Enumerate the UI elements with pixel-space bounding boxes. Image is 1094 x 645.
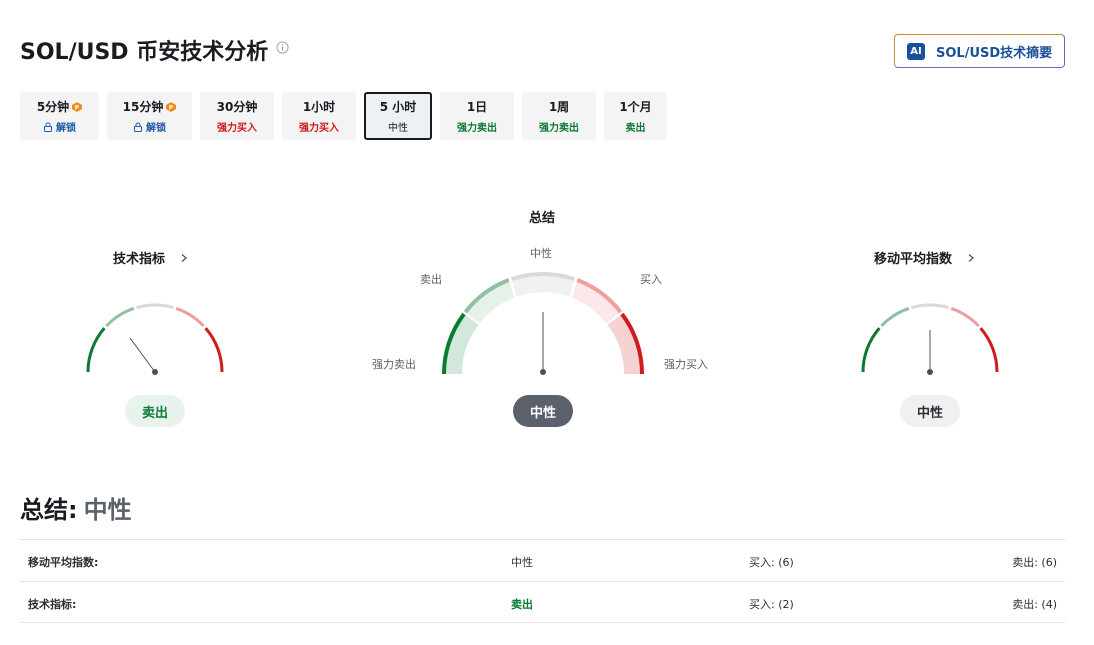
moving-avg-gauge-title[interactable]: 移动平均指数: [874, 248, 976, 267]
tab-1day[interactable]: 1日 强力卖出: [440, 92, 514, 140]
row-sell-count: 卖出: (4): [1012, 598, 1057, 611]
page-title: SOL/USD 币安技术分析: [20, 40, 269, 65]
gauge-arc-sell: [105, 306, 135, 328]
chevron-right-icon: [968, 253, 975, 262]
tab-5hour[interactable]: 5 小时 中性: [364, 92, 432, 140]
pro-icon: P: [166, 101, 177, 112]
tab-1week[interactable]: 1周 强力卖出: [522, 92, 596, 140]
summary-heading-label: 总结:: [20, 496, 78, 524]
summary-heading-value: 中性: [83, 496, 132, 524]
ai-icon: AI: [907, 42, 925, 60]
tab-label: 1日: [466, 100, 488, 114]
tab-label: 1周: [548, 100, 570, 114]
row-status: 中性: [511, 556, 533, 569]
tab-sub: 解锁: [56, 123, 76, 134]
chevron-right-icon: [181, 253, 188, 262]
gauge-needle: [129, 337, 156, 373]
lock-icon: [134, 122, 142, 132]
tab-1month[interactable]: 1个月 卖出: [604, 92, 667, 140]
row-buy-count: 买入: (2): [749, 598, 794, 611]
gauge-label-strong-buy: 强力买入: [664, 358, 708, 371]
tab-sub: 卖出: [625, 123, 646, 134]
tab-sub: 强力卖出: [457, 123, 497, 134]
row-status: 卖出: [511, 598, 533, 611]
pro-icon: P: [72, 101, 83, 112]
tab-label: 5分钟: [36, 100, 70, 114]
tab-sub: 强力买入: [299, 123, 339, 134]
ai-summary-label: SOL/USD技术摘要: [936, 45, 1053, 61]
row-name: 技术指标:: [28, 598, 77, 611]
tab-5min[interactable]: 5分钟 P 解锁: [20, 92, 99, 140]
summary-heading: 总结: 中性: [20, 490, 132, 525]
svg-text:P: P: [169, 104, 174, 111]
row-buy-count: 买入: (6): [749, 556, 794, 569]
tab-30min[interactable]: 30分钟 强力买入: [200, 92, 274, 140]
gauge-label-sell: 卖出: [420, 273, 442, 286]
gauge-pivot: [927, 369, 933, 375]
moving-avg-gauge-title-text: 移动平均指数: [874, 252, 953, 267]
tab-label: 30分钟: [216, 100, 258, 114]
moving-avg-result-pill: 中性: [900, 395, 960, 427]
gauge-arc-strong-sell: [86, 327, 106, 373]
table-row: 技术指标: 卖出 买入: (2) 卖出: (4): [20, 581, 1065, 623]
gauge-arc-strong-buy: [204, 327, 224, 373]
tab-sub: 中性: [388, 123, 408, 134]
gauge-label-strong-sell: 强力卖出: [372, 358, 416, 371]
row-name: 移动平均指数:: [28, 556, 99, 569]
row-sell-count: 卖出: (6): [1012, 556, 1057, 569]
gauge-arc-buy: [175, 306, 205, 328]
tab-label: 5 小时: [379, 100, 417, 114]
technical-result-pill: 卖出: [125, 395, 185, 427]
tab-sub: 强力买入: [217, 123, 257, 134]
lock-icon: [44, 122, 52, 132]
technical-gauge-title-text: 技术指标: [113, 252, 166, 267]
technical-gauge-title[interactable]: 技术指标: [113, 248, 189, 267]
moving-avg-gauge: [861, 303, 999, 375]
tab-1hour[interactable]: 1小时 强力买入: [282, 92, 356, 140]
summary-result-pill: 中性: [513, 395, 573, 427]
summary-gauge: [441, 272, 645, 375]
ai-summary-button[interactable]: AI SOL/USD技术摘要: [894, 34, 1065, 68]
table-row: 移动平均指数: 中性 买入: (6) 卖出: (6): [20, 539, 1065, 581]
gauge-arc-neutral: [911, 303, 949, 310]
gauge-pivot: [152, 369, 158, 375]
summary-gauge-title: 总结: [529, 211, 556, 226]
gauge-arc-sell: [880, 306, 910, 328]
gauge-arc-strong-buy: [979, 327, 999, 373]
gauge-arc-strong-sell: [861, 327, 881, 373]
gauge-arc-buy: [950, 306, 980, 328]
tab-sub: 解锁: [146, 123, 166, 134]
summary-table: 移动平均指数: 中性 买入: (6) 卖出: (6) 技术指标: 卖出 买入: …: [20, 539, 1065, 623]
title-row: SOL/USD 币安技术分析: [20, 34, 289, 66]
gauge-label-neutral: 中性: [530, 247, 552, 260]
technical-gauge: [86, 303, 224, 375]
tab-label: 15分钟: [122, 100, 164, 114]
tab-label: 1小时: [302, 100, 336, 114]
gauge-pivot: [540, 369, 546, 375]
svg-text:P: P: [75, 104, 80, 111]
info-icon[interactable]: [276, 40, 289, 54]
tab-sub: 强力卖出: [539, 123, 579, 134]
tab-label: 1个月: [619, 100, 652, 114]
gauge-arc-neutral: [136, 303, 174, 310]
tab-15min[interactable]: 15分钟 P 解锁: [107, 92, 192, 140]
